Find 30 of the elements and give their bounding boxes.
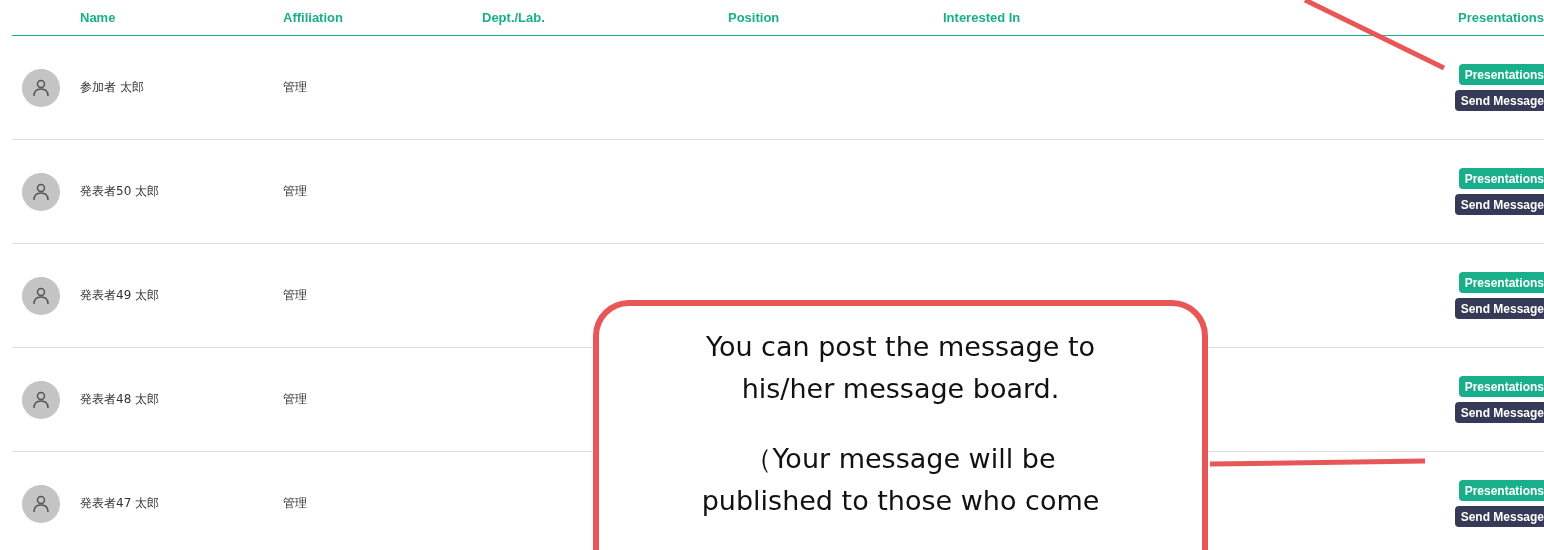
callout-text: published to those who come	[701, 484, 1100, 518]
column-header: Interested In	[943, 10, 1021, 25]
column-header: Affiliation	[283, 10, 343, 25]
send-message-button[interactable]: Send Message	[1454, 506, 1544, 527]
affiliation-cell-text: 管理	[283, 391, 308, 408]
send-message-button[interactable]: Send Message	[1454, 402, 1544, 423]
user-icon	[31, 77, 51, 98]
affiliation-cell-text: 管理	[283, 495, 308, 512]
affiliation-cell-text: 管理	[283, 183, 308, 200]
callout-text: his/her message board.	[741, 372, 1060, 406]
column-header: Name	[80, 10, 116, 25]
name-cell-text: 発表者49 太郎	[80, 287, 161, 304]
name-cell-text: 発表者47 太郎	[80, 495, 161, 512]
affiliation-cell-text: 管理	[283, 79, 308, 96]
column-header: Presentations	[1458, 10, 1544, 25]
user-icon	[31, 285, 51, 306]
affiliation-cell-text: 管理	[283, 287, 308, 304]
callout-text: （Your message will be	[745, 442, 1056, 476]
name-cell-text: 参加者 太郎	[80, 79, 145, 96]
name-cell-text: 発表者50 太郎	[80, 183, 161, 200]
send-message-button[interactable]: Send Message	[1454, 298, 1544, 319]
column-header: Position	[728, 10, 780, 25]
user-icon	[31, 181, 51, 202]
user-icon	[31, 493, 51, 514]
send-message-button[interactable]: Send Message	[1454, 90, 1544, 111]
column-header: Dept./Lab.	[482, 10, 545, 25]
user-icon	[31, 389, 51, 410]
send-message-button[interactable]: Send Message	[1454, 194, 1544, 215]
name-cell-text: 発表者48 太郎	[80, 391, 161, 408]
callout-text: You can post the message to	[706, 330, 1095, 364]
